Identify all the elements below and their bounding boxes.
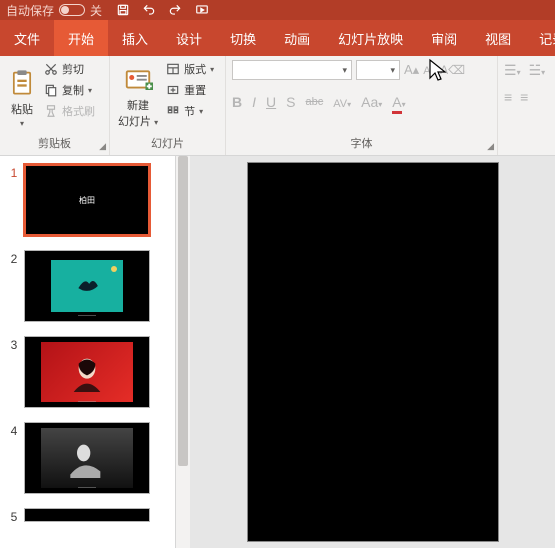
- clipboard-launcher-icon[interactable]: ◢: [99, 141, 106, 152]
- autosave-switch[interactable]: [59, 4, 85, 16]
- reset-icon: [166, 83, 180, 97]
- tab-design[interactable]: 设计: [162, 20, 216, 56]
- thumbnail-number: 2: [4, 250, 24, 266]
- increase-font-icon[interactable]: A▴: [404, 62, 419, 78]
- thumbnail-number: 4: [4, 422, 24, 438]
- bird-icon: [72, 273, 102, 299]
- section-icon: [166, 104, 180, 118]
- tab-slideshow[interactable]: 幻灯片放映: [324, 20, 417, 56]
- autosave-toggle[interactable]: 自动保存 关: [6, 2, 102, 19]
- scrollbar-thumb[interactable]: [178, 156, 188, 466]
- thumbnail-item[interactable]: 1 柏田: [4, 164, 171, 236]
- clear-format-icon[interactable]: A⌫: [440, 63, 465, 77]
- thumbnail-item[interactable]: 4 ———: [4, 422, 171, 494]
- thumbnail-number: 1: [4, 164, 24, 180]
- group-clipboard-title: 剪贴板: [6, 133, 103, 153]
- thumbnail-scrollbar[interactable]: [176, 156, 190, 548]
- portrait-icon: [67, 349, 107, 395]
- thumbnail-number: 5: [4, 508, 24, 524]
- group-font: ▾ ▾ A▴ A▾ A⌫ B I U S abc AV▾ Aa▾ A▾ 字体 ◢: [226, 56, 498, 155]
- case-button[interactable]: Aa▾: [361, 94, 382, 110]
- autosave-label: 自动保存: [6, 2, 54, 19]
- numbering-button[interactable]: ☱▾: [529, 62, 546, 79]
- shadow-button[interactable]: S: [286, 94, 295, 110]
- italic-button[interactable]: I: [252, 94, 256, 110]
- tab-transitions[interactable]: 切换: [216, 20, 270, 56]
- redo-icon[interactable]: [168, 3, 182, 17]
- tab-insert[interactable]: 插入: [108, 20, 162, 56]
- paste-button[interactable]: 粘贴 ▾: [6, 60, 38, 133]
- undo-icon[interactable]: [142, 3, 156, 17]
- quick-access-toolbar: [116, 3, 210, 17]
- tab-file[interactable]: 文件: [0, 20, 54, 56]
- thumbnail-item[interactable]: 2 ———: [4, 250, 171, 322]
- thumbnail-item[interactable]: 3 ———: [4, 336, 171, 408]
- paste-icon: [8, 65, 36, 99]
- new-slide-label1: 新建: [127, 97, 149, 113]
- cut-button[interactable]: 剪切: [42, 60, 97, 78]
- ribbon-tabs: 文件 开始 插入 设计 切换 动画 幻灯片放映 审阅 视图 记录: [0, 20, 555, 56]
- font-size-combo[interactable]: ▾: [356, 60, 400, 80]
- copy-icon: [44, 83, 58, 97]
- group-clipboard: 粘贴 ▾ 剪切 复制 ▾ 格式刷 剪贴板 ◢: [0, 56, 110, 155]
- font-name-combo[interactable]: ▾: [232, 60, 352, 80]
- thumbnail-slide-3[interactable]: ———: [24, 336, 150, 408]
- tab-home[interactable]: 开始: [54, 20, 108, 56]
- strike-button[interactable]: abc: [305, 96, 323, 108]
- section-button[interactable]: 节▾: [164, 102, 216, 120]
- save-icon[interactable]: [116, 3, 130, 17]
- reset-button[interactable]: 重置: [164, 81, 216, 99]
- tab-view[interactable]: 视图: [471, 20, 525, 56]
- thumbnail-item[interactable]: 5: [4, 508, 171, 524]
- decrease-font-icon[interactable]: A▾: [423, 64, 436, 77]
- workspace: 1 柏田 2 ——— 3 ———: [0, 156, 555, 548]
- layout-icon: [166, 62, 180, 76]
- format-painter-icon: [44, 104, 58, 118]
- bold-button[interactable]: B: [232, 94, 242, 110]
- portrait-bw-icon: [57, 438, 117, 478]
- slideshow-from-start-icon[interactable]: [194, 3, 210, 17]
- format-painter-button[interactable]: 格式刷: [42, 102, 97, 120]
- thumbnail-slide-4[interactable]: ———: [24, 422, 150, 494]
- copy-button[interactable]: 复制 ▾: [42, 81, 97, 99]
- font-launcher-icon[interactable]: ◢: [487, 141, 494, 152]
- group-slides-title: 幻灯片: [116, 133, 219, 153]
- current-slide[interactable]: [247, 162, 499, 542]
- new-slide-icon: [123, 65, 153, 95]
- layout-button[interactable]: 版式▾: [164, 60, 216, 78]
- thumbnail-slide-1[interactable]: 柏田: [24, 164, 150, 236]
- cut-icon: [44, 62, 58, 76]
- thumbnail-slide-5[interactable]: [24, 508, 150, 522]
- thumbnail-slide-2[interactable]: ———: [24, 250, 150, 322]
- font-color-button[interactable]: A▾: [392, 94, 405, 110]
- autosave-state: 关: [90, 2, 102, 19]
- group-slides: 新建 幻灯片 ▾ 版式▾ 重置 节▾ 幻灯片: [110, 56, 226, 155]
- paste-label: 粘贴: [11, 101, 33, 117]
- new-slide-button[interactable]: 新建 幻灯片 ▾: [116, 60, 160, 133]
- slide-canvas-area: [190, 156, 555, 548]
- underline-button[interactable]: U: [266, 94, 276, 110]
- bullets-button[interactable]: ☰▾: [504, 62, 521, 79]
- thumbnail-number: 3: [4, 336, 24, 352]
- title-bar: 自动保存 关: [0, 0, 555, 20]
- tab-record[interactable]: 记录: [525, 20, 555, 56]
- group-paragraph: ☰▾ ☱▾ ≡ ≡: [498, 56, 554, 155]
- ribbon: 粘贴 ▾ 剪切 复制 ▾ 格式刷 剪贴板 ◢: [0, 56, 555, 156]
- tab-animations[interactable]: 动画: [270, 20, 324, 56]
- thumbnail-panel: 1 柏田 2 ——— 3 ———: [0, 156, 176, 548]
- spacing-button[interactable]: AV▾: [333, 94, 351, 110]
- tab-review[interactable]: 审阅: [417, 20, 471, 56]
- align-left-button[interactable]: ≡: [504, 89, 512, 105]
- group-font-title: 字体: [232, 133, 491, 153]
- align-center-button[interactable]: ≡: [520, 89, 528, 105]
